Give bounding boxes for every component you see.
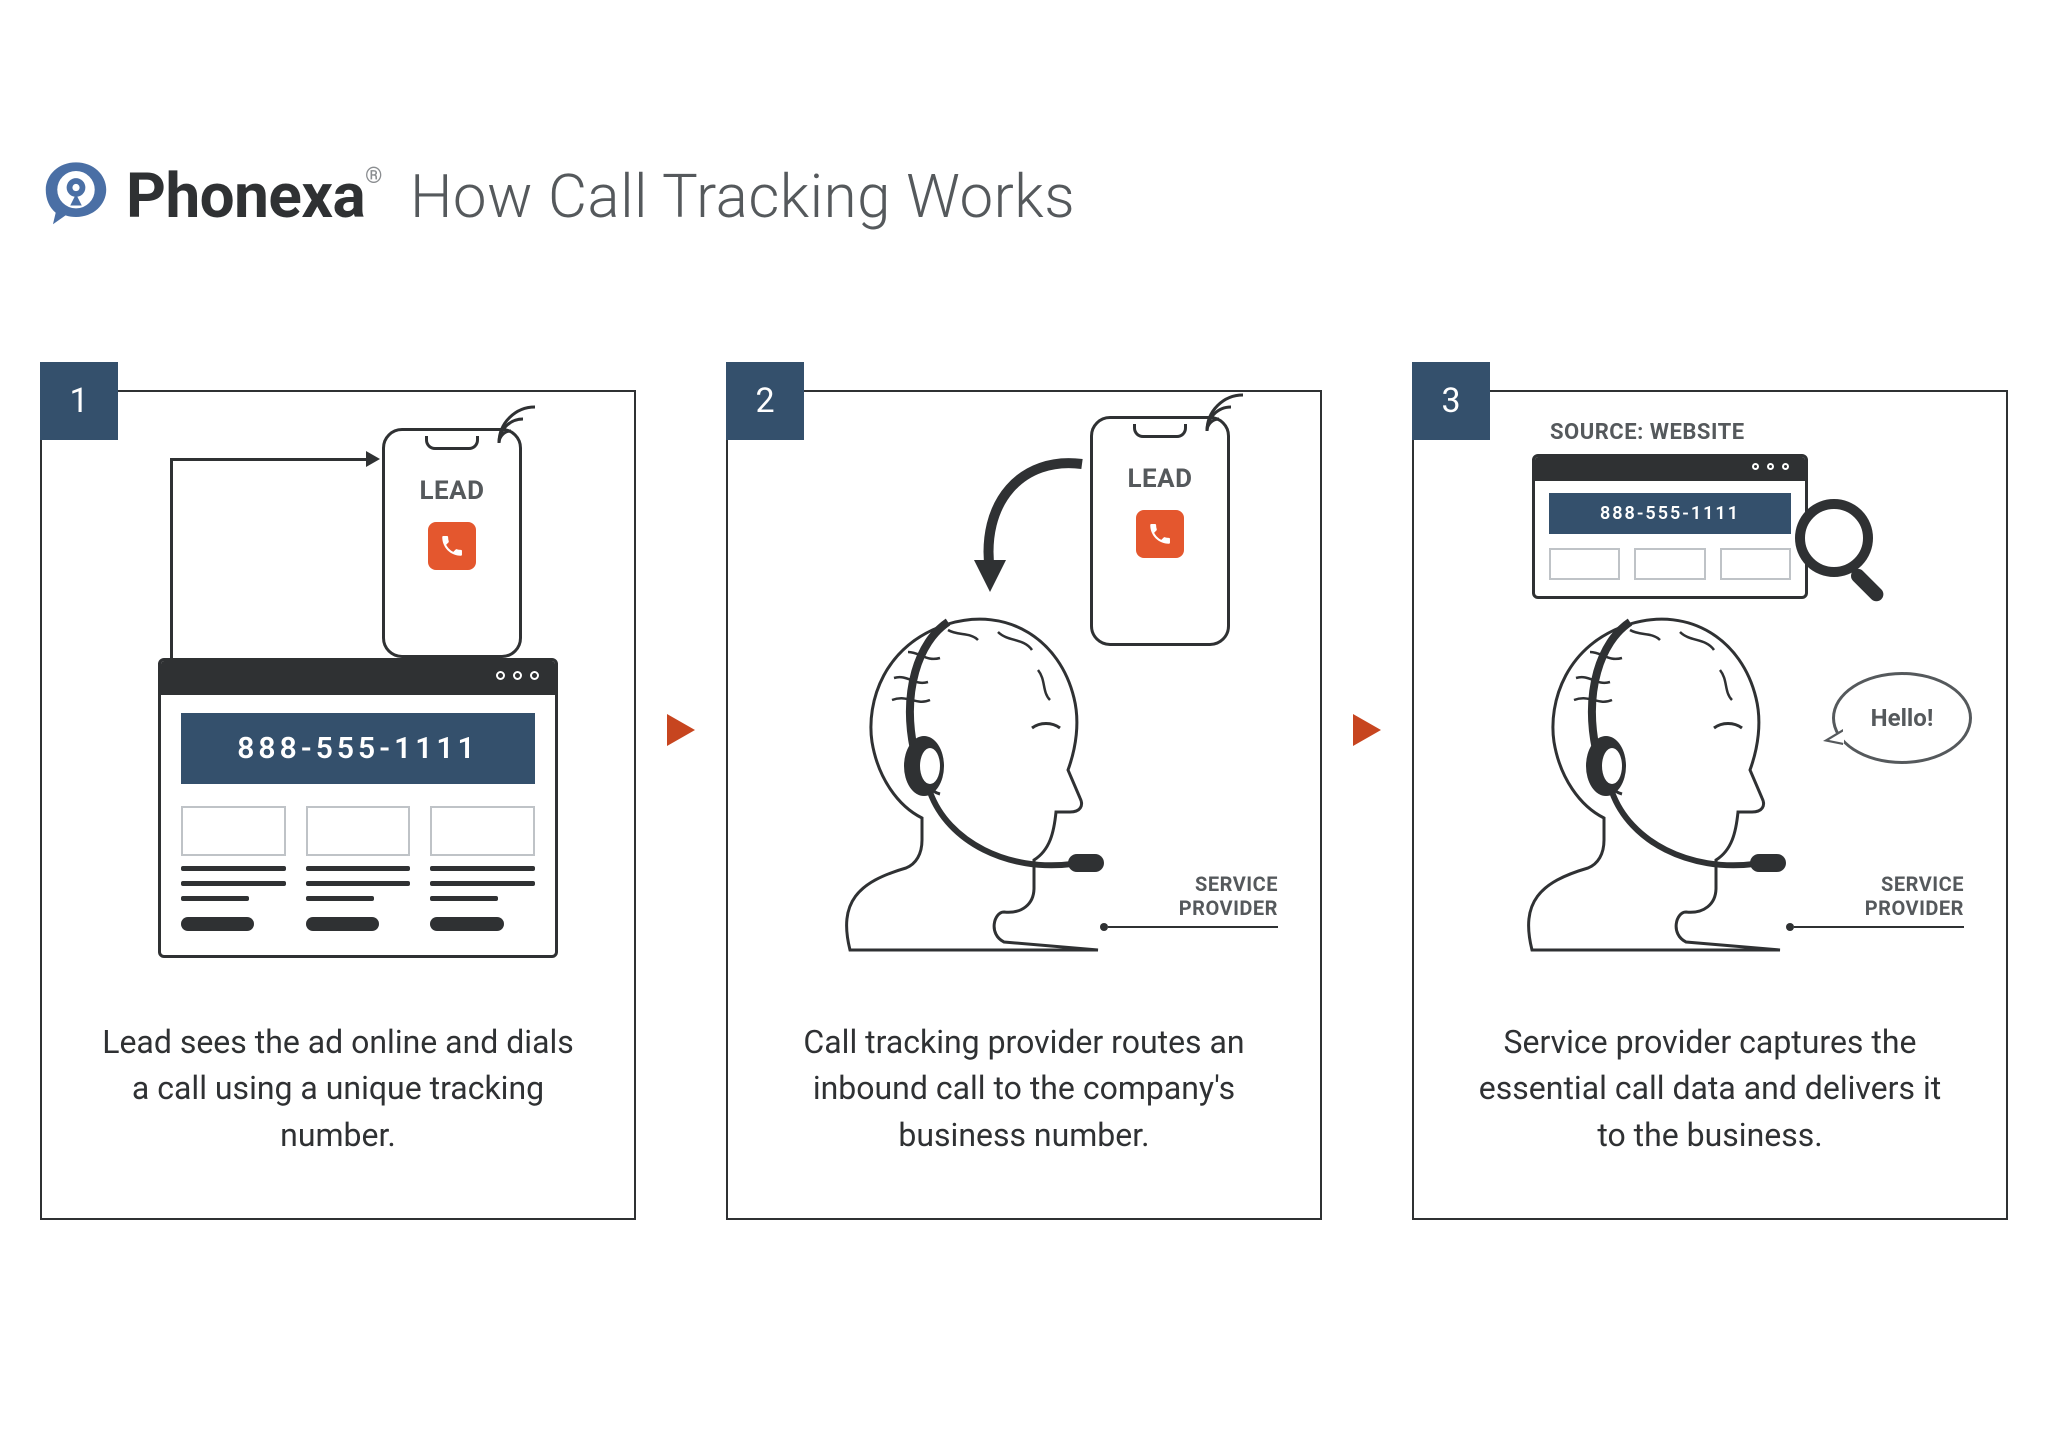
step-caption: Service provider captures the essential … (1414, 1019, 2006, 1218)
step-caption: Call tracking provider routes an inbound… (728, 1019, 1320, 1218)
step-separator-arrow (636, 240, 726, 1220)
header: Phonexa® How Call Tracking Works (40, 160, 1075, 233)
signal-icon (1203, 391, 1247, 439)
steps-row: 1 LEAD (40, 390, 2008, 1220)
connector-top (170, 458, 370, 461)
arrowhead-icon (366, 451, 380, 467)
browser-title-bar (161, 661, 555, 695)
source-browser-window: 888-555-1111 (1532, 454, 1808, 599)
tracking-number-banner: 888-555-1111 (181, 713, 535, 784)
service-provider-illustration (798, 582, 1158, 956)
source-label: SOURCE: WEBSITE (1550, 420, 1745, 445)
chevron-right-icon (661, 710, 701, 750)
step-caption: Lead sees the ad online and dials a call… (42, 1019, 634, 1218)
speech-bubble: Hello! (1832, 672, 1972, 764)
lead-phone: LEAD (382, 428, 522, 658)
service-provider-label: SERVICE PROVIDER (1108, 872, 1278, 928)
brand-text: Phonexa (126, 160, 365, 233)
registered-mark: ® (365, 164, 382, 189)
step-panel-2: 2 LEAD (726, 390, 1322, 1220)
service-provider-illustration (1480, 582, 1840, 956)
brand-name: Phonexa® (126, 160, 382, 233)
chevron-right-icon (1347, 710, 1387, 750)
curved-arrow-icon (962, 452, 1102, 602)
step-panel-1: 1 LEAD (40, 390, 636, 1220)
phone-call-icon (428, 522, 476, 570)
service-provider-label: SERVICE PROVIDER (1794, 872, 1964, 928)
browser-window: 888-555-1111 (158, 658, 558, 958)
signal-icon (495, 403, 539, 451)
browser-title-bar (1535, 457, 1805, 481)
lead-label: LEAD (1127, 464, 1192, 494)
step-panel-3: 3 SOURCE: WEBSITE 888-555-1111 (1412, 390, 2008, 1220)
phone-call-icon (1136, 510, 1184, 558)
page-title: How Call Tracking Works (410, 161, 1075, 232)
step-separator-arrow (1322, 240, 1412, 1220)
brand-logo-group: Phonexa® (40, 160, 382, 233)
phonexa-logo-icon (40, 158, 112, 230)
tracking-number-banner: 888-555-1111 (1549, 493, 1791, 534)
lead-label: LEAD (419, 476, 484, 506)
speech-bubble-text: Hello! (1871, 704, 1934, 732)
